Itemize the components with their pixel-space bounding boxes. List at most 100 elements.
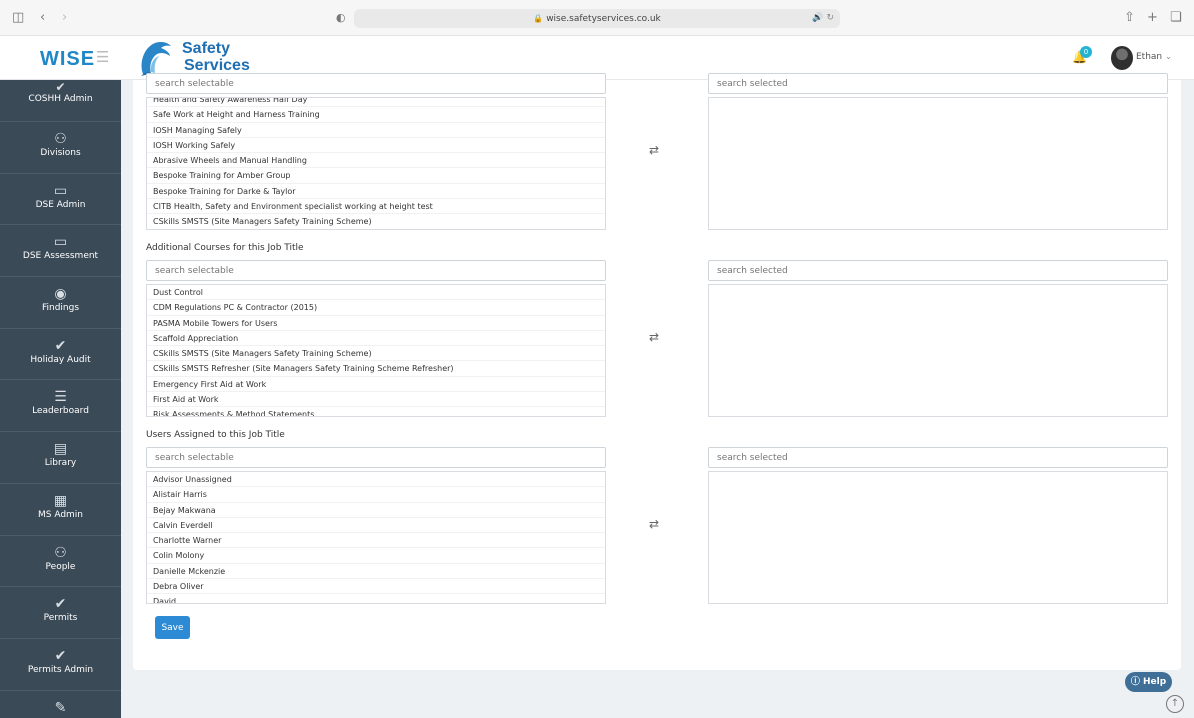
users-search-selected[interactable] — [708, 447, 1168, 468]
help-button[interactable]: ⓘ Help — [1125, 672, 1172, 692]
new-tab-icon[interactable]: + — [1147, 9, 1158, 27]
logo-line-2: Services — [184, 57, 250, 74]
sidebar-item-findings[interactable]: ◉ Findings — [0, 277, 121, 329]
course-search-selected[interactable] — [708, 73, 1168, 94]
transfer-arrows-icon[interactable]: ⇄ — [649, 330, 659, 344]
sidebar-item-dse-assessment[interactable]: ▭ DSE Assessment — [0, 225, 121, 278]
additional-search-selected[interactable] — [708, 260, 1168, 281]
additional-search-selectable[interactable] — [146, 260, 606, 281]
user-menu[interactable]: Ethan ⌄ — [1136, 52, 1172, 62]
wise-logo[interactable]: WISE — [40, 48, 95, 71]
sidebar-item-label: Holiday Audit — [30, 354, 91, 365]
scroll-to-top-icon[interactable]: ↑ — [1166, 695, 1184, 713]
help-label: Help — [1142, 677, 1167, 687]
sidebar-item-label: COSHH Admin — [28, 94, 93, 104]
list-item[interactable]: Charlotte Warner — [147, 533, 605, 549]
course-search-selectable[interactable] — [146, 73, 606, 94]
forward-icon[interactable]: › — [62, 9, 67, 27]
audio-icon[interactable]: 🔊 — [812, 13, 823, 23]
sidebar-item-holiday-audit[interactable]: ✔ Holiday Audit — [0, 329, 121, 381]
sidebar-item-more[interactable]: ✎ — [0, 691, 121, 718]
list-item[interactable]: IOSH Managing Safely — [147, 123, 605, 138]
shield-icon[interactable]: ◐ — [336, 9, 346, 27]
sidebar-item-ms-admin[interactable]: ▦ MS Admin — [0, 484, 121, 536]
sidebar-item-people[interactable]: ⚇ People — [0, 536, 121, 588]
course-selected-list[interactable] — [708, 97, 1168, 230]
list-item[interactable]: Advisor Unassigned — [147, 472, 605, 488]
list-item[interactable]: David ... — [147, 594, 605, 603]
additional-courses-label: Additional Courses for this Job Title — [146, 243, 304, 253]
reload-icon[interactable]: ↻ — [826, 13, 834, 23]
list-item[interactable]: Debra Oliver — [147, 579, 605, 595]
sidebar-item-leaderboard[interactable]: ☰ Leaderboard — [0, 380, 121, 433]
list-item[interactable]: CDM Regulations PC & Contractor (2015) — [147, 300, 605, 316]
list-item[interactable]: Safe Work at Height and Harness Training — [147, 107, 605, 123]
sidebar-item-label: MS Admin — [37, 509, 84, 520]
save-button[interactable]: Save — [155, 616, 190, 639]
additional-selected-list[interactable] — [708, 284, 1168, 417]
chevron-down-icon: ⌄ — [1165, 52, 1172, 61]
sidebar-item-label: People — [45, 561, 76, 572]
sidebar-item-permits[interactable]: ✔ Permits — [0, 587, 121, 639]
list-item[interactable]: Calvin Everdell — [147, 518, 605, 534]
sidebar-item-label: Findings — [41, 303, 80, 314]
users-selectable-list[interactable]: Advisor Unassigned Alistair Harris Bejay M… — [146, 471, 606, 604]
sidebar-item-dse-admin[interactable]: ▭ DSE Admin — [0, 174, 121, 226]
list-item[interactable]: IOSH Working Safely — [147, 138, 605, 154]
list-item[interactable]: Bespoke Training for Amber Group — [147, 168, 605, 184]
sidebar-item-library[interactable]: ▤ Library — [0, 432, 121, 484]
list-item[interactable]: CSkills SMSTS (Site Managers Safety Trai… — [147, 214, 605, 229]
sidebar-nav: ✔ COSHH Admin ⚇ Divisions ▭ DSE Admin ▭ DSE Ass… — [0, 80, 121, 718]
check-icon: ✔ — [55, 80, 66, 94]
check-icon: ✔ — [54, 337, 67, 354]
users-search-selectable[interactable] — [146, 447, 606, 468]
list-item[interactable]: Alistair Harris — [147, 487, 605, 503]
avatar[interactable] — [1111, 46, 1133, 70]
username: Ethan — [1136, 52, 1163, 62]
list-item[interactable]: PASMA Mobile Towers for Users — [147, 316, 605, 331]
list-item[interactable]: Abrasive Wheels and Manual Handling — [147, 153, 605, 169]
list-item[interactable]: CSkills SMSTS Refresher (Site Managers S… — [147, 361, 605, 377]
sidebar-brand: WISE ☰ — [0, 36, 121, 80]
sidebar: WISE ☰ ✔ COSHH Admin ⚇ Divisions ▭ DSE Admin ▭… — [0, 36, 121, 718]
back-icon[interactable]: ‹ — [40, 9, 45, 27]
lock-icon: 🔒 — [533, 14, 544, 23]
sidebar-item-divisions[interactable]: ⚇ Divisions — [0, 122, 121, 174]
dolphin-logo-icon[interactable] — [137, 38, 175, 78]
company-logo-text: Safety Services — [182, 40, 250, 74]
list-item[interactable]: Scaffold Appreciation — [147, 331, 605, 347]
browser-toolbar: ◫ ‹ › ◐ 🔒 wise.safetyservices.co.uk 🔊 ↻ ⇧… — [0, 0, 1194, 36]
share-icon[interactable]: ⇧ — [1124, 9, 1135, 27]
transfer-arrows-icon[interactable]: ⇄ — [649, 143, 659, 157]
transfer-arrows-icon[interactable]: ⇄ — [649, 517, 659, 531]
sidebar-toggle-icon[interactable]: ◫ — [12, 9, 24, 27]
book-icon: ▤ — [53, 441, 68, 458]
sidebar-item-permits-admin[interactable]: ✔ Permits Admin — [0, 639, 121, 691]
list-item[interactable]: Bespoke Training for Darke & Taylor — [147, 184, 605, 200]
list-item[interactable]: Risk Assessments & Method Statements — [147, 407, 605, 416]
address-bar[interactable]: 🔒 wise.safetyservices.co.uk 🔊 ↻ — [354, 9, 840, 28]
pencil-icon: ✎ — [54, 699, 67, 716]
list-icon: ☰ — [54, 389, 67, 406]
users-assigned-label: Users Assigned to this Job Title — [146, 430, 285, 440]
tabs-overview-icon[interactable]: ❏ — [1170, 9, 1182, 27]
course-selectable-list[interactable]: Health and Safety Awareness Half Day Safe… — [146, 97, 606, 230]
notification-badge: 0 — [1080, 46, 1092, 58]
users-icon: ⚇ — [54, 544, 67, 561]
list-item[interactable]: Health and Safety Awareness Half Day — [147, 98, 605, 108]
list-item[interactable]: First Aid at Work — [147, 392, 605, 408]
list-item[interactable]: Emergency First Aid at Work — [147, 377, 605, 393]
list-item[interactable]: Colin Molony — [147, 548, 605, 564]
users-selected-list[interactable] — [708, 471, 1168, 604]
list-item[interactable]: Dust Control — [147, 285, 605, 301]
list-item[interactable]: CITB Health, Safety and Environment spec… — [147, 199, 605, 215]
menu-toggle-icon[interactable]: ☰ — [96, 48, 109, 66]
sidebar-item-coshh-admin[interactable]: ✔ COSHH Admin — [0, 80, 121, 122]
sidebar-item-label: DSE Assessment — [22, 251, 99, 262]
list-item[interactable]: Danielle Mckenzie — [147, 564, 605, 580]
list-item[interactable]: Bejay Makwana — [147, 503, 605, 518]
table-icon: ▦ — [53, 492, 68, 509]
sidebar-item-label: Leaderboard — [32, 406, 89, 417]
list-item[interactable]: CSkills SMSTS (Site Managers Safety Trai… — [147, 346, 605, 362]
additional-selectable-list[interactable]: Dust Control CDM Regulations PC & Contrac… — [146, 284, 606, 417]
